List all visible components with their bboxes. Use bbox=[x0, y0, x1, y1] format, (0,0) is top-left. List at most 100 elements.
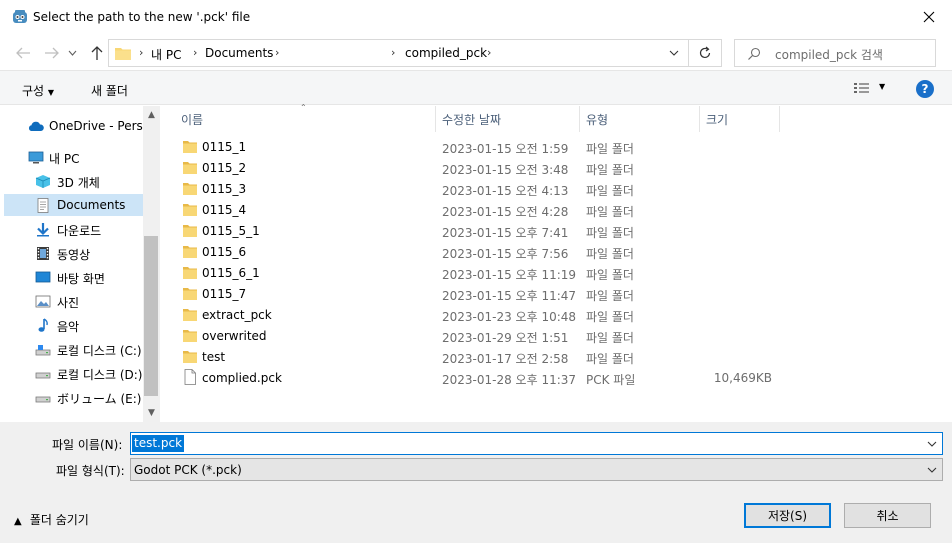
hide-folders-button[interactable]: ▲ 폴더 숨기기 bbox=[14, 511, 89, 528]
godot-app-icon bbox=[13, 10, 27, 23]
row-name: 0115_4 bbox=[202, 203, 247, 217]
address-bar[interactable]: › 내 PC › Documents › › compiled_pck › bbox=[108, 39, 689, 67]
organize-button[interactable]: 구성 ▼ bbox=[22, 82, 54, 99]
row-name: test bbox=[202, 350, 226, 364]
scroll-down-icon[interactable]: ▼ bbox=[146, 408, 157, 418]
column-divider[interactable] bbox=[779, 106, 780, 132]
refresh-button[interactable] bbox=[689, 39, 722, 67]
sidebar-item-label: Documents bbox=[57, 198, 126, 212]
folder-row[interactable]: 0115_6 2023-01-15 오후 7:56 파일 폴더 bbox=[178, 242, 778, 263]
new-folder-button[interactable]: 새 폴더 bbox=[91, 82, 128, 99]
sidebar-item-onedrive[interactable]: OneDrive - Personal bbox=[4, 115, 160, 137]
up-button[interactable] bbox=[88, 44, 106, 62]
close-button[interactable] bbox=[906, 0, 952, 34]
pictures-icon bbox=[35, 295, 51, 308]
folder-icon bbox=[183, 141, 197, 153]
row-type: 파일 폴더 bbox=[586, 268, 634, 282]
sidebar-item-pictures[interactable]: 사진 bbox=[4, 290, 143, 312]
folder-row[interactable]: extract_pck 2023-01-23 오후 10:48 파일 폴더 bbox=[178, 305, 778, 326]
sidebar-item-label: 다운로드 bbox=[57, 224, 102, 238]
sidebar-item-desktop[interactable]: 바탕 화면 bbox=[4, 266, 143, 288]
filename-field[interactable]: test.pck bbox=[130, 432, 943, 455]
breadcrumb-separator-icon: › bbox=[487, 46, 492, 59]
folder-icon bbox=[115, 48, 131, 60]
sidebar-item-drive-d[interactable]: 로컬 디스크 (D:) bbox=[4, 362, 143, 384]
row-date: 2023-01-15 오전 4:28 bbox=[442, 205, 569, 219]
hide-folders-label: 폴더 숨기기 bbox=[29, 513, 89, 527]
scroll-up-icon[interactable]: ▲ bbox=[146, 110, 157, 120]
sidebar-item-3d-objects[interactable]: 3D 개체 bbox=[4, 170, 143, 192]
column-header-name[interactable]: 이름 bbox=[181, 111, 203, 128]
folder-row[interactable]: 0115_4 2023-01-15 오전 4:28 파일 폴더 bbox=[178, 200, 778, 221]
row-date: 2023-01-23 오후 10:48 bbox=[442, 310, 577, 324]
sidebar-item-drive-e[interactable]: ボリューム (E:) bbox=[4, 386, 143, 408]
folder-row[interactable]: 0115_1 2023-01-15 오전 1:59 파일 폴더 bbox=[178, 137, 778, 158]
filename-value[interactable]: test.pck bbox=[132, 435, 185, 452]
help-button[interactable]: ? bbox=[916, 80, 934, 98]
details-view-icon bbox=[854, 83, 869, 93]
chevron-down-icon[interactable] bbox=[926, 438, 938, 450]
folder-row[interactable]: test 2023-01-17 오전 2:58 파일 폴더 bbox=[178, 347, 778, 368]
column-divider[interactable] bbox=[699, 106, 700, 132]
folder-row[interactable]: 0115_7 2023-01-15 오후 11:47 파일 폴더 bbox=[178, 284, 778, 305]
sidebar-item-label: 로컬 디스크 (C:) bbox=[57, 344, 142, 358]
filetype-select[interactable]: Godot PCK (*.pck) bbox=[130, 458, 943, 481]
breadcrumb-separator-icon: › bbox=[139, 46, 144, 59]
column-divider[interactable] bbox=[579, 106, 580, 132]
breadcrumb-documents[interactable]: Documents bbox=[205, 46, 273, 60]
folder-row[interactable]: 0115_5_1 2023-01-15 오후 7:41 파일 폴더 bbox=[178, 221, 778, 242]
filename-label: 파일 이름(N): bbox=[52, 438, 123, 452]
breadcrumb-pc[interactable]: 내 PC bbox=[151, 46, 181, 63]
sidebar-item-pc[interactable]: 내 PC bbox=[4, 146, 143, 168]
save-button[interactable]: 저장(S) bbox=[744, 503, 831, 528]
sidebar-item-label: 로컬 디스크 (D:) bbox=[57, 368, 143, 382]
folder-icon bbox=[183, 225, 197, 237]
chevron-down-icon[interactable] bbox=[668, 47, 680, 59]
documents-icon bbox=[37, 198, 49, 213]
folder-row[interactable]: 0115_6_1 2023-01-15 오후 11:19 파일 폴더 bbox=[178, 263, 778, 284]
sidebar-item-label: ボリューム (E:) bbox=[57, 392, 142, 406]
folder-icon bbox=[183, 351, 197, 363]
search-box[interactable]: compiled_pck 검색 bbox=[734, 39, 936, 67]
sidebar-item-label: 내 PC bbox=[49, 152, 80, 166]
row-name: 0115_6 bbox=[202, 245, 247, 259]
organize-label: 구성 bbox=[22, 84, 45, 98]
sidebar-item-drive-c[interactable]: 로컬 디스크 (C:) bbox=[4, 338, 143, 360]
row-name: extract_pck bbox=[202, 308, 272, 322]
sidebar-item-videos[interactable]: 동영상 bbox=[4, 242, 143, 264]
column-header-size[interactable]: 크기 bbox=[706, 111, 728, 128]
videos-icon bbox=[37, 247, 49, 260]
breadcrumb-separator-icon: › bbox=[391, 46, 396, 59]
row-date: 2023-01-15 오후 11:47 bbox=[442, 289, 577, 303]
folder-icon bbox=[183, 288, 197, 300]
recent-locations-button[interactable] bbox=[66, 44, 78, 62]
column-header-type[interactable]: 유형 bbox=[586, 111, 608, 128]
row-type: 파일 폴더 bbox=[586, 352, 634, 366]
cancel-button[interactable]: 취소 bbox=[844, 503, 931, 528]
downloads-icon bbox=[37, 223, 49, 237]
folder-icon bbox=[183, 204, 197, 216]
breadcrumb-separator-icon: › bbox=[275, 46, 280, 59]
file-row[interactable]: complied.pck 2023-01-28 오후 11:37 PCK 파일 10,… bbox=[178, 368, 778, 389]
view-options-button[interactable]: ▼ bbox=[853, 82, 889, 96]
sidebar-item-label: 3D 개체 bbox=[57, 176, 100, 190]
row-date: 2023-01-15 오전 4:13 bbox=[442, 184, 569, 198]
sidebar-item-label: 동영상 bbox=[57, 248, 91, 262]
navigation-pane-scrollbar[interactable]: ▲ ▼ bbox=[143, 106, 160, 422]
forward-button[interactable] bbox=[43, 44, 61, 62]
back-button[interactable] bbox=[14, 44, 32, 62]
folder-icon bbox=[183, 162, 197, 174]
row-type: 파일 폴더 bbox=[586, 331, 634, 345]
sidebar-item-downloads[interactable]: 다운로드 bbox=[4, 218, 143, 240]
breadcrumb-compiled-pck[interactable]: compiled_pck bbox=[405, 46, 487, 60]
folder-row[interactable]: overwrited 2023-01-29 오전 1:51 파일 폴더 bbox=[178, 326, 778, 347]
column-header-date[interactable]: 수정한 날짜 bbox=[442, 111, 501, 128]
scrollbar-thumb[interactable] bbox=[144, 236, 158, 396]
sidebar-item-music[interactable]: 음악 bbox=[4, 314, 143, 336]
column-divider[interactable] bbox=[435, 106, 436, 132]
sidebar-item-documents[interactable]: Documents bbox=[4, 194, 143, 216]
folder-row[interactable]: 0115_2 2023-01-15 오전 3:48 파일 폴더 bbox=[178, 158, 778, 179]
folder-row[interactable]: 0115_3 2023-01-15 오전 4:13 파일 폴더 bbox=[178, 179, 778, 200]
navigation-pane: OneDrive - Personal 내 PC 3D 개체 Documents… bbox=[4, 106, 160, 422]
sort-ascending-icon: ⌃ bbox=[300, 103, 307, 112]
